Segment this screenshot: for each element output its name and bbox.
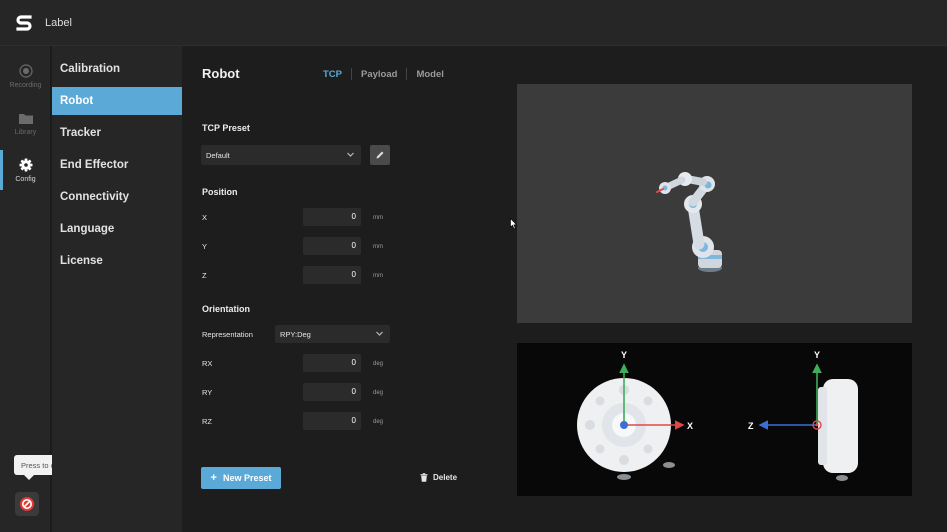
plus-icon: +	[210, 472, 217, 484]
orientation-ry-input[interactable]: 0	[303, 383, 361, 401]
tab-divider	[351, 68, 352, 80]
chevron-down-icon	[347, 152, 354, 157]
orientation-rz-label: RZ	[202, 417, 212, 426]
position-z-input[interactable]: 0	[303, 266, 361, 284]
new-preset-button[interactable]: + New Preset	[201, 467, 281, 489]
representation-label: Representation	[202, 330, 253, 339]
position-heading: Position	[202, 187, 238, 197]
side-y-axis-label: Y	[814, 350, 820, 360]
config-category-nav: Calibration Robot Tracker End Effector C…	[52, 46, 182, 532]
page-title: Robot	[202, 66, 240, 81]
position-x-label: X	[202, 213, 208, 222]
representation-select[interactable]: RPY:Deg	[275, 325, 390, 343]
rail-item-label: Library	[14, 129, 37, 136]
robot-tabs: TCP Payload Model	[323, 68, 444, 80]
tool-axes-viewport: Y X Y Z	[517, 343, 912, 496]
category-language[interactable]: Language	[52, 215, 182, 243]
flange-front-view	[577, 378, 675, 480]
tcp-preset-heading: TCP Preset	[202, 123, 250, 133]
gear-icon	[19, 158, 32, 171]
tab-model[interactable]: Model	[416, 69, 443, 80]
record-icon	[18, 63, 33, 78]
tab-tcp[interactable]: TCP	[323, 69, 342, 80]
disconnected-icon	[20, 497, 34, 511]
orientation-rx-unit: deg	[373, 361, 384, 367]
tcp-preset-select[interactable]: Default	[201, 145, 361, 165]
side-z-axis-label: Z	[748, 421, 754, 431]
chevron-down-icon	[376, 331, 383, 336]
tab-payload[interactable]: Payload	[361, 69, 397, 80]
edit-preset-button[interactable]	[370, 145, 390, 165]
delete-label: Delete	[433, 473, 458, 482]
category-robot[interactable]: Robot	[52, 87, 182, 115]
robot-settings-panel: Robot TCP Payload Model TCP Preset Defau…	[182, 46, 947, 532]
title-bar: Label	[0, 0, 947, 46]
category-calibration[interactable]: Calibration	[52, 55, 182, 83]
new-preset-label: New Preset	[222, 473, 272, 483]
representation-value: RPY:Deg	[280, 329, 311, 339]
tcp-preset-value: Default	[206, 150, 230, 160]
tab-divider	[406, 68, 408, 80]
connect-robot-button[interactable]	[15, 492, 39, 516]
orientation-rx-input[interactable]: 0	[303, 354, 361, 372]
position-z-label: Z	[202, 271, 207, 280]
orientation-ry-label: RY	[202, 388, 213, 397]
front-x-axis-label: X	[687, 421, 693, 431]
delete-preset-button[interactable]: Delete	[420, 473, 457, 482]
orientation-rx-label: RX	[202, 359, 213, 368]
pencil-icon	[376, 151, 384, 159]
category-tracker[interactable]: Tracker	[52, 119, 182, 147]
app-window: Label Recording Library Config Press to …	[0, 0, 947, 532]
rail-item-label: Recording	[9, 81, 42, 89]
category-connectivity[interactable]: Connectivity	[52, 183, 182, 211]
tool-axes-diagram: Y X Y Z	[577, 350, 858, 481]
orientation-heading: Orientation	[202, 304, 251, 314]
robot-arm-model	[656, 172, 722, 272]
app-title: Label	[45, 16, 72, 29]
folder-icon	[18, 114, 33, 124]
orientation-ry-unit: deg	[373, 390, 384, 396]
orientation-rz-input[interactable]: 0	[303, 412, 361, 430]
app-logo	[13, 12, 35, 34]
robot-3d-viewport[interactable]	[517, 84, 912, 323]
position-y-label: Y	[202, 242, 208, 251]
position-y-input[interactable]: 0	[303, 237, 361, 255]
position-x-input[interactable]: 0	[303, 208, 361, 226]
rail-item-config[interactable]: Config	[0, 148, 51, 192]
front-y-axis-label: Y	[621, 350, 627, 360]
category-license[interactable]: License	[52, 247, 182, 275]
rail-item-library[interactable]: Library	[0, 102, 51, 146]
rail-item-recording[interactable]: Recording	[0, 54, 51, 98]
position-x-unit: mm	[373, 215, 383, 221]
category-end-effector[interactable]: End Effector	[52, 151, 182, 179]
mouse-cursor-icon	[510, 218, 518, 230]
flange-side-view	[818, 379, 858, 481]
orientation-rz-unit: deg	[373, 419, 384, 425]
position-y-unit: mm	[373, 244, 383, 250]
rail-item-label: Config	[15, 175, 36, 183]
position-z-unit: mm	[373, 273, 383, 279]
trash-icon	[420, 473, 428, 482]
